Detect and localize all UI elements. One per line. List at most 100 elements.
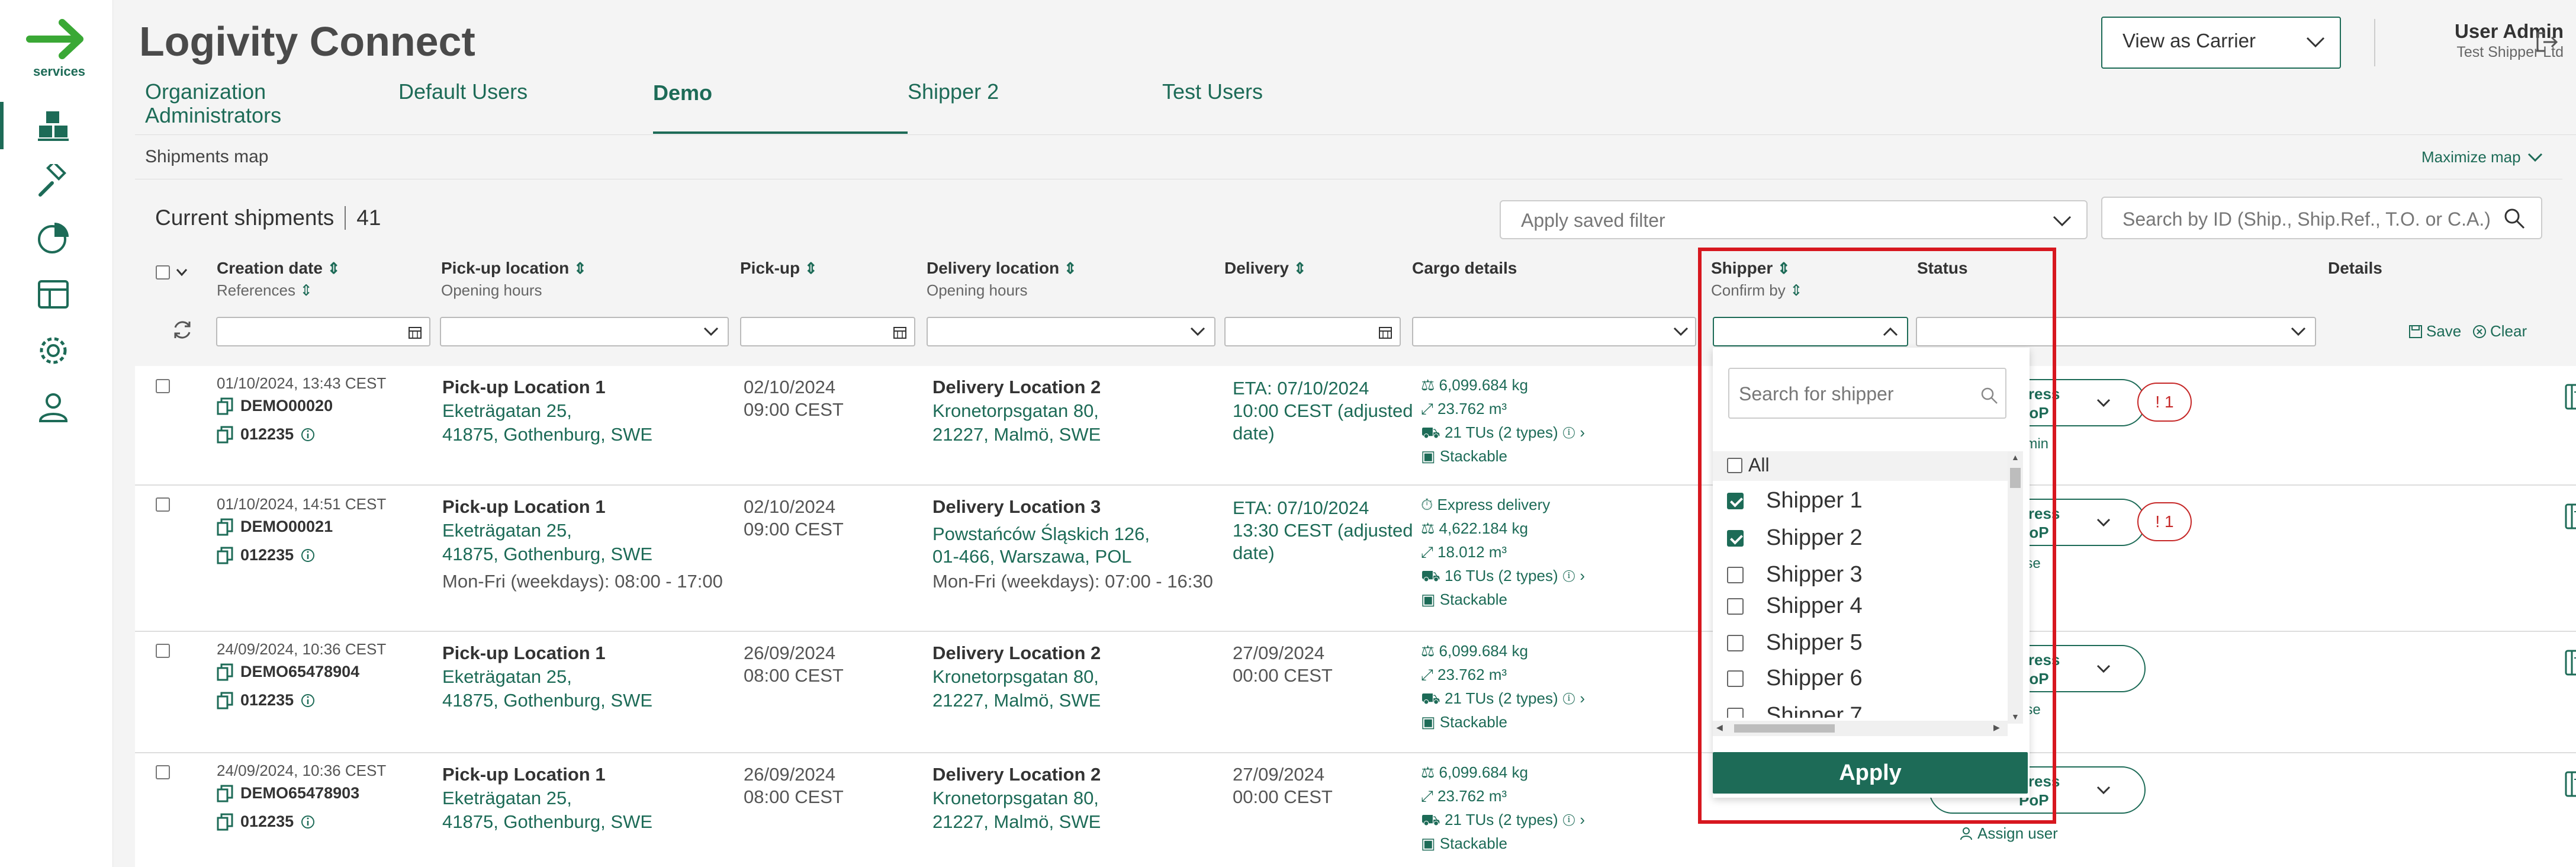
option-checkbox[interactable] [1727,634,1744,651]
sidebar-item-settings[interactable] [33,330,74,371]
delivery-date-filter[interactable] [1224,317,1401,346]
cargo-stackable: ▣ Stackable [1421,710,1507,734]
scroll-left-arrow[interactable]: ◀ [1716,722,1723,733]
maximize-map-button[interactable]: Maximize map [2421,148,2543,166]
row-checkbox[interactable] [156,379,170,393]
col-delivery[interactable]: Delivery ⇕ [1224,259,1307,278]
table-row[interactable]: 01/10/2024, 13:43 CEST DEMO00020 012235 … [135,366,2576,486]
arrow-logo-icon [26,19,83,59]
document-icon[interactable] [2564,383,2576,411]
shipper-filter[interactable] [1713,317,1908,346]
row-checkbox[interactable] [156,497,170,512]
sidebar-item-layout[interactable] [33,274,74,315]
table-row[interactable]: 24/09/2024, 10:36 CEST DEMO65478903 0122… [135,753,2576,867]
creation-date-filter[interactable] [216,317,430,346]
cargo-filter[interactable] [1412,317,1696,346]
option-checkbox[interactable] [1727,670,1744,687]
shipper-search-input[interactable]: Search for shipper [1728,368,2006,419]
shipper-option[interactable]: Shipper 5 [1727,630,1863,656]
document-icon[interactable] [2564,770,2576,798]
reference-secondary[interactable]: 012235 [217,546,315,564]
scrollbar-thumb[interactable] [2010,468,2021,488]
shipper-option[interactable]: Shipper 3 [1727,562,1863,587]
shipper-option[interactable]: Shipper 4 [1727,593,1863,619]
logo[interactable]: services [24,15,95,81]
logout-button[interactable] [2534,30,2559,54]
delivery-location-filter[interactable] [927,317,1215,346]
cargo-tus[interactable]: ⛟ 21 TUs (2 types) ⓘ › [1421,686,1585,710]
row-checkbox[interactable] [156,644,170,658]
cargo-weight: ⚖ 6,099.684 kg [1421,373,1528,397]
refresh-button[interactable] [171,318,194,342]
alert-badge[interactable]: ! 1 [2137,502,2192,541]
clear-filter-button[interactable]: Clear [2472,322,2527,341]
pickup-date-filter[interactable] [740,317,915,346]
horizontal-scrollbar[interactable]: ◀ ▶ [1713,721,2008,736]
reference-secondary[interactable]: 012235 [217,691,315,709]
scrollbar-thumb[interactable] [1734,724,1835,733]
tab-shipper-2[interactable]: Shipper 2 [908,80,999,104]
tab-test-users[interactable]: Test Users [1162,80,1263,104]
info-icon[interactable] [301,693,315,708]
scroll-down-arrow[interactable]: ▼ [2011,712,2019,721]
reference-main[interactable]: DEMO65478904 [217,663,359,681]
assign-user-link[interactable]: Assign user [1960,824,2058,843]
scroll-right-arrow[interactable]: ▶ [1993,722,2000,733]
col-delivery-location[interactable]: Delivery location ⇕ Opening hours [927,259,1077,300]
all-checkbox[interactable] [1727,457,1742,473]
table-row[interactable]: 24/09/2024, 10:36 CEST DEMO65478904 0122… [135,632,2576,753]
option-checkbox[interactable] [1727,492,1744,509]
sidebar-item-tenders[interactable] [33,161,74,203]
saved-filter-select[interactable]: Apply saved filter [1500,200,2088,239]
cargo-volume: ⤢ 18.012 m³ [1421,540,1507,564]
shipment-search-input[interactable]: Search by ID (Ship., Ship.Ref., T.O. or … [2101,197,2542,239]
scroll-up-arrow[interactable]: ▲ [2011,452,2019,462]
col-shipper[interactable]: Shipper ⇕ Confirm by ⇕ [1711,259,1803,300]
tab-demo[interactable]: Demo [653,81,712,105]
col-pickup[interactable]: Pick-up ⇕ [740,259,818,278]
col-creation-date[interactable]: Creation date ⇕ References ⇕ [217,259,340,300]
col-pickup-location[interactable]: Pick-up location ⇕ Opening hours [441,259,587,300]
reference-main[interactable]: DEMO00020 [217,397,333,415]
shipper-option-all[interactable]: All [1727,454,1770,476]
chevron-down-icon[interactable] [176,268,188,277]
option-checkbox[interactable] [1727,566,1744,583]
option-checkbox[interactable] [1727,598,1744,615]
shipper-option-clipped[interactable]: Shipper 7 [1727,703,2005,718]
status-filter[interactable] [1916,317,2316,346]
tab-organization-administrators[interactable]: Organization Administrators [145,80,340,127]
alert-badge[interactable]: ! 1 [2137,383,2192,422]
vertical-scrollbar[interactable]: ▲ ▼ [2008,451,2023,724]
cargo-tus[interactable]: ⛟ 21 TUs (2 types) ⓘ › [1421,420,1585,444]
table-row[interactable]: 01/10/2024, 14:51 CEST DEMO00021 012235 … [135,486,2576,632]
reference-main[interactable]: DEMO65478903 [217,784,359,802]
copy-icon [217,785,233,802]
reference-secondary[interactable]: 012235 [217,425,315,444]
cargo-tus[interactable]: ⛟ 16 TUs (2 types) ⓘ › [1421,564,1585,587]
shipper-option[interactable]: Shipper 1 [1727,488,1863,513]
info-icon[interactable] [301,428,315,442]
select-all-checkbox[interactable] [156,265,170,280]
sidebar-item-profile[interactable] [33,386,74,428]
select-all-control[interactable] [156,265,188,280]
shipper-option[interactable]: Shipper 2 [1727,525,1863,551]
save-filter-button[interactable]: Save [2408,322,2461,341]
option-checkbox[interactable] [1727,529,1744,547]
row-checkbox[interactable] [156,765,170,779]
apply-button[interactable]: Apply [1713,752,2028,794]
tab-default-users[interactable]: Default Users [398,80,528,104]
reference-main[interactable]: DEMO00021 [217,518,333,536]
reference-secondary[interactable]: 012235 [217,813,315,831]
sidebar-item-shipments[interactable] [33,105,74,146]
option-checkbox[interactable] [1727,707,1744,718]
view-as-select[interactable]: View as Carrier [2101,17,2341,69]
cargo-tus[interactable]: ⛟ 21 TUs (2 types) ⓘ › [1421,808,1585,831]
document-icon[interactable] [2564,648,2576,677]
info-icon[interactable] [301,548,315,563]
info-icon[interactable] [301,815,315,829]
chevron-down-icon [2096,664,2111,673]
sidebar-item-analytics[interactable] [33,217,74,259]
document-icon[interactable] [2564,502,2576,531]
shipper-option[interactable]: Shipper 6 [1727,666,1863,691]
pickup-location-filter[interactable] [440,317,729,346]
